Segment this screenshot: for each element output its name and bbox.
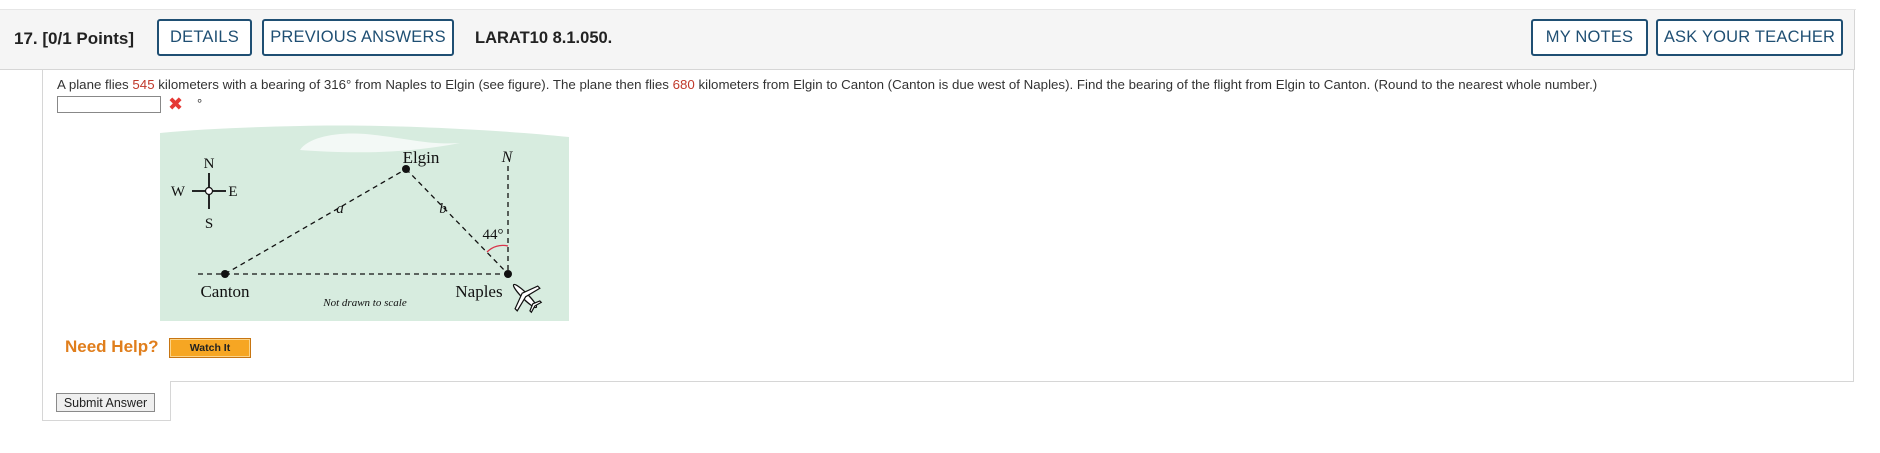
my-notes-button[interactable]: MY NOTES [1531,19,1648,56]
distance-1: 545 [132,77,155,92]
compass-n-label: N [204,156,215,172]
details-button[interactable]: DETAILS [157,19,252,56]
compass-e-label: E [228,184,237,200]
question-part-2: kilometers with a bearing of 316° from N… [154,77,673,92]
compass-s-label: S [205,216,213,232]
angle-label: 44° [483,227,504,243]
canton-label: Canton [200,282,250,301]
bearing-figure: N E S W Elgin N Canton Naples a b 44° No… [160,125,569,321]
ask-your-teacher-button[interactable]: ASK YOUR TEACHER [1656,19,1843,56]
previous-answers-button[interactable]: PREVIOUS ANSWERS [262,19,454,56]
naples-point [504,270,512,278]
compass-w-label: W [171,184,186,200]
elgin-label: Elgin [403,148,440,167]
side-a-label: a [336,201,344,217]
question-text: A plane flies 545 kilometers with a bear… [57,77,1597,92]
question-part-1: A plane flies [57,77,133,92]
question-number: 17. [0/1 Points] [14,29,134,49]
submit-answer-button[interactable]: Submit Answer [56,393,155,412]
x-icon: ✖ [168,94,184,114]
canton-point [221,270,229,278]
answer-input[interactable] [57,96,161,113]
question-index: 17. [14,29,38,48]
distance-2: 680 [672,77,695,92]
scale-note: Not drawn to scale [322,297,407,309]
naples-label: Naples [455,282,502,301]
degree-unit: ° [197,96,203,111]
question-part-3: kilometers from Elgin to Canton (Canton … [694,77,1598,92]
watch-it-button[interactable]: Watch It [169,338,251,358]
points-label: [0/1 Points] [42,29,134,48]
problem-code: LARAT10 8.1.050. [475,29,613,47]
need-help-label: Need Help? [65,337,159,356]
side-b-label: b [439,201,447,217]
north-label: N [501,149,514,166]
